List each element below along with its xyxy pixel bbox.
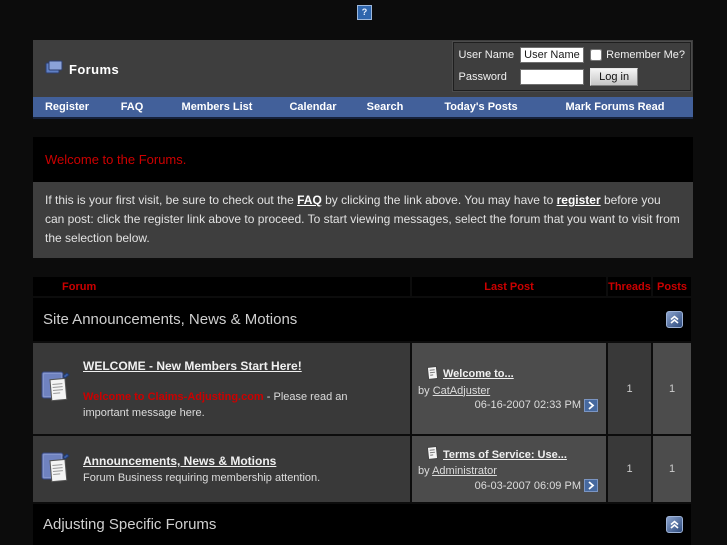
- date-text: 06-03-2007 06:09 PM: [474, 479, 581, 492]
- posts-count: 1: [653, 436, 691, 502]
- forum-logo[interactable]: Forums: [45, 60, 119, 79]
- welcome-title: Welcome to the Forums.: [45, 152, 187, 167]
- forum-description-highlight: Welcome to Claims-Adjusting.com: [83, 390, 264, 403]
- by-prefix: by: [418, 465, 433, 477]
- last-post-line: Welcome to...: [426, 365, 598, 383]
- remember-me[interactable]: Remember Me?: [590, 49, 685, 61]
- date-text: 06-16-2007 02:33 PM: [474, 399, 581, 411]
- forum-info: WELCOME - New Members Start Here! Welcom…: [83, 357, 373, 421]
- last-post-cell: Welcome to... by CatAdjuster 06-16-2007 …: [412, 343, 606, 434]
- forum-description: Welcome to Claims-Adjusting.com - Please…: [83, 389, 373, 421]
- nav-mark-forums-read[interactable]: Mark Forums Read: [547, 101, 683, 113]
- forum-info: Announcements, News & Motions Forum Busi…: [83, 452, 320, 486]
- section-title: Adjusting Specific Forums: [43, 516, 217, 533]
- logo-text: Forums: [69, 62, 120, 77]
- nav-calendar[interactable]: Calendar: [271, 101, 355, 113]
- lastpost-note-icon: [426, 365, 439, 383]
- goto-last-post-icon[interactable]: [584, 479, 598, 492]
- goto-last-post-icon[interactable]: [584, 398, 598, 412]
- intro-part1: If this is your first visit, be sure to …: [45, 193, 298, 207]
- last-post-date: 06-16-2007 02:33 PM: [418, 398, 598, 412]
- threads-count: 1: [608, 436, 651, 502]
- main-container: Forums User Name Remember Me? Password L…: [33, 40, 693, 545]
- last-post-by: by Administrator: [418, 465, 598, 477]
- section-header: Site Announcements, News & Motions: [33, 298, 691, 341]
- last-post-date: 06-03-2007 06:09 PM: [418, 479, 598, 492]
- last-post-title-link[interactable]: Welcome to...: [443, 368, 514, 380]
- nav-todays-posts[interactable]: Today's Posts: [415, 101, 547, 113]
- last-post-author-link[interactable]: CatAdjuster: [433, 385, 490, 397]
- lastpost-note-icon: [426, 445, 439, 463]
- col-header-forum: Forum: [33, 277, 410, 296]
- nav-members-list[interactable]: Members List: [163, 101, 271, 113]
- username-input[interactable]: [520, 47, 585, 63]
- remember-me-checkbox[interactable]: [590, 49, 603, 61]
- forum-table: Forum Last Post Threads Posts Site Annou…: [33, 277, 693, 545]
- last-post-author-link[interactable]: Administrator: [432, 465, 497, 477]
- intro-text: If this is your first visit, be sure to …: [45, 191, 681, 248]
- last-post-cell: Terms of Service: Use... by Administrato…: [412, 436, 606, 502]
- faq-link[interactable]: FAQ: [297, 193, 322, 207]
- folder-icon: [45, 60, 63, 79]
- forum-row-announcements: Announcements, News & Motions Forum Busi…: [33, 436, 410, 502]
- intro-part2: by clicking the link above. You may have…: [321, 193, 557, 207]
- login-panel: User Name Remember Me? Password Log in: [451, 41, 693, 92]
- nav-faq[interactable]: FAQ: [101, 101, 163, 113]
- forum-document-icon: [41, 448, 71, 491]
- section-title: Site Announcements, News & Motions: [43, 311, 298, 328]
- navbar: Register FAQ Members List Calendar Searc…: [33, 97, 693, 119]
- posts-count: 1: [653, 343, 691, 434]
- nav-search[interactable]: Search: [355, 101, 415, 113]
- register-link[interactable]: register: [557, 193, 601, 207]
- username-label: User Name: [458, 49, 515, 61]
- password-label: Password: [458, 71, 507, 83]
- section-header: Adjusting Specific Forums: [33, 504, 691, 545]
- login-button[interactable]: Log in: [590, 68, 639, 86]
- forum-description: Forum Business requiring membership atte…: [83, 472, 321, 484]
- last-post-line: Terms of Service: Use...: [426, 445, 598, 463]
- page-header: Forums User Name Remember Me? Password L…: [33, 40, 693, 97]
- help-icon[interactable]: ?: [357, 5, 372, 20]
- forum-title-link[interactable]: WELCOME - New Members Start Here!: [83, 359, 302, 373]
- collapse-icon[interactable]: [666, 311, 683, 328]
- password-input[interactable]: [520, 69, 585, 85]
- remember-me-label: Remember Me?: [606, 49, 685, 61]
- by-prefix: by: [418, 384, 433, 397]
- nav-register[interactable]: Register: [33, 101, 101, 113]
- col-header-posts: Posts: [653, 277, 691, 296]
- intro-panel: If this is your first visit, be sure to …: [33, 182, 693, 258]
- col-header-threads: Threads: [608, 277, 651, 296]
- forum-row-welcome: WELCOME - New Members Start Here! Welcom…: [33, 343, 410, 434]
- forum-title-link[interactable]: Announcements, News & Motions: [83, 454, 276, 468]
- last-post-by: by CatAdjuster: [418, 385, 598, 397]
- col-header-last-post: Last Post: [412, 277, 606, 296]
- threads-count: 1: [608, 343, 651, 434]
- last-post-title-link[interactable]: Terms of Service: Use...: [443, 449, 567, 461]
- forum-document-icon: [41, 367, 71, 410]
- welcome-banner: Welcome to the Forums.: [33, 137, 693, 182]
- collapse-icon[interactable]: [666, 516, 683, 533]
